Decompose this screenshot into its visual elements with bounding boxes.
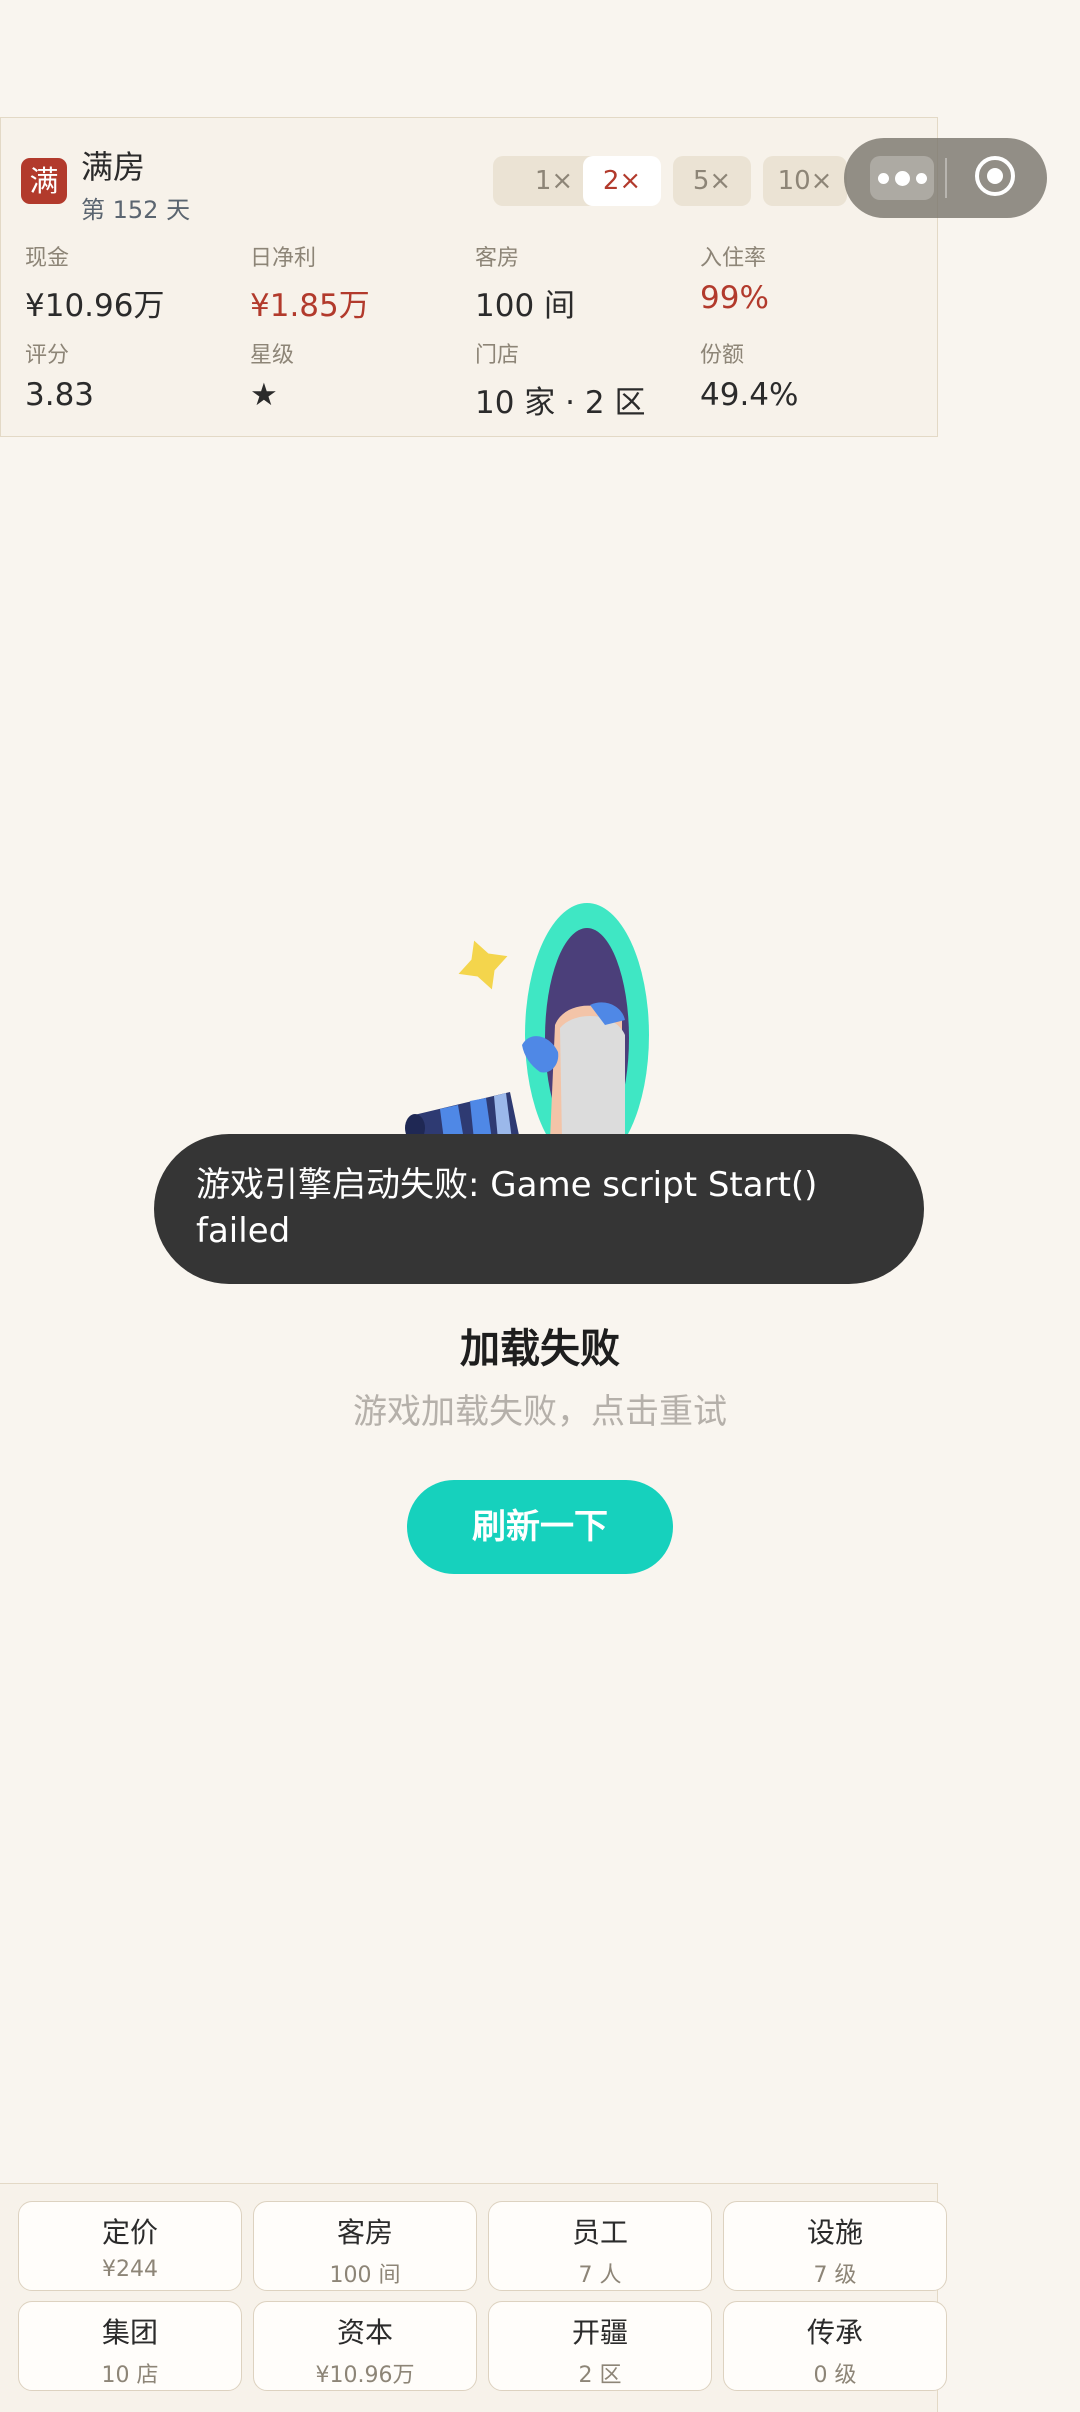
- stat-value: 3.83: [25, 377, 95, 413]
- action-title: 设施: [806, 2216, 863, 2249]
- stat-occupancy: 入住率 99%: [700, 240, 769, 316]
- action-title: 开疆: [571, 2316, 628, 2349]
- stat-value: ¥10.96万: [25, 288, 165, 324]
- action-title: 定价: [101, 2216, 158, 2249]
- day-counter: 第 152 天: [81, 196, 191, 224]
- action-subtitle: 7 级: [813, 2263, 857, 2288]
- speed-5x-button[interactable]: 5×: [673, 156, 751, 206]
- stat-label: 入住率: [700, 246, 767, 271]
- stat-label: 日净利: [250, 246, 317, 271]
- action-subtitle: ¥244: [102, 2257, 158, 2282]
- stat-label: 客房: [475, 246, 520, 271]
- stat-value: 49.4%: [700, 377, 799, 413]
- action-subtitle: 7 人: [578, 2263, 622, 2288]
- stat-stores: 门店 10 家 · 2 区: [475, 337, 645, 422]
- close-circle-icon[interactable]: [975, 156, 1015, 196]
- action-subtitle: ¥10.96万: [315, 2363, 415, 2388]
- error-toast: 游戏引擎启动失败: Game script Start() failed: [154, 1134, 924, 1284]
- action-capital-button[interactable]: 资本 ¥10.96万: [253, 2301, 477, 2391]
- refresh-button[interactable]: 刷新一下: [407, 1480, 673, 1574]
- action-subtitle: 2 区: [578, 2363, 622, 2388]
- stat-label: 评分: [25, 343, 70, 368]
- stat-value: ★: [250, 377, 278, 413]
- stat-value: 99%: [700, 280, 769, 316]
- stat-value: 100 间: [475, 288, 576, 324]
- stat-label: 现金: [25, 246, 70, 271]
- action-title: 传承: [806, 2316, 863, 2349]
- stat-market-share: 份额 49.4%: [700, 337, 798, 413]
- action-bar: 定价 ¥244 客房 100 间 员工 7 人 设施 7 级 集团 10 店 资…: [0, 2183, 947, 2412]
- stat-value: 10 家 · 2 区: [475, 385, 646, 421]
- action-rooms-button[interactable]: 客房 100 间: [253, 2201, 477, 2291]
- action-title: 员工: [571, 2216, 628, 2249]
- action-subtitle: 0 级: [813, 2363, 857, 2388]
- miniprogram-capsule: [844, 138, 1047, 218]
- action-pricing-button[interactable]: 定价 ¥244: [18, 2201, 242, 2291]
- broken-game-illustration-icon: [405, 903, 649, 1140]
- more-dots-icon[interactable]: [870, 156, 934, 200]
- action-title: 集团: [101, 2316, 158, 2349]
- load-failed-subtitle[interactable]: 游戏加载失败，点击重试: [0, 1384, 1080, 1433]
- status-header: 满 满房 第 152 天 1× 2× 5× 10× 现金 ¥10.96万 日净利…: [0, 117, 938, 437]
- stat-daily-profit: 日净利 ¥1.85万: [250, 240, 370, 325]
- action-title: 客房: [336, 2216, 393, 2249]
- action-subtitle: 100 间: [329, 2263, 401, 2288]
- capsule-divider: [945, 158, 947, 198]
- action-legacy-button[interactable]: 传承 0 级: [723, 2301, 947, 2391]
- action-expand-button[interactable]: 开疆 2 区: [488, 2301, 712, 2391]
- load-failed-title: 加载失败: [460, 1326, 620, 1372]
- action-staff-button[interactable]: 员工 7 人: [488, 2201, 712, 2291]
- stat-star-level: 星级 ★: [250, 337, 294, 413]
- stat-rooms: 客房 100 间: [475, 240, 575, 325]
- speed-2x-button[interactable]: 2×: [583, 156, 661, 206]
- stat-label: 星级: [250, 343, 295, 368]
- stat-value: ¥1.85万: [250, 288, 370, 324]
- app-title: 满房: [81, 148, 146, 186]
- game-screen: 满 满房 第 152 天 1× 2× 5× 10× 现金 ¥10.96万 日净利…: [0, 0, 1080, 2412]
- stat-cash: 现金 ¥10.96万: [25, 240, 164, 325]
- action-group-button[interactable]: 集团 10 店: [18, 2301, 242, 2391]
- stat-label: 份额: [700, 343, 745, 368]
- action-facilities-button[interactable]: 设施 7 级: [723, 2201, 947, 2291]
- stat-rating: 评分 3.83: [25, 337, 94, 413]
- action-subtitle: 10 店: [101, 2363, 159, 2388]
- app-logo: 满: [21, 158, 67, 204]
- speed-10x-button[interactable]: 10×: [763, 156, 847, 206]
- stat-label: 门店: [475, 343, 520, 368]
- action-title: 资本: [336, 2316, 393, 2349]
